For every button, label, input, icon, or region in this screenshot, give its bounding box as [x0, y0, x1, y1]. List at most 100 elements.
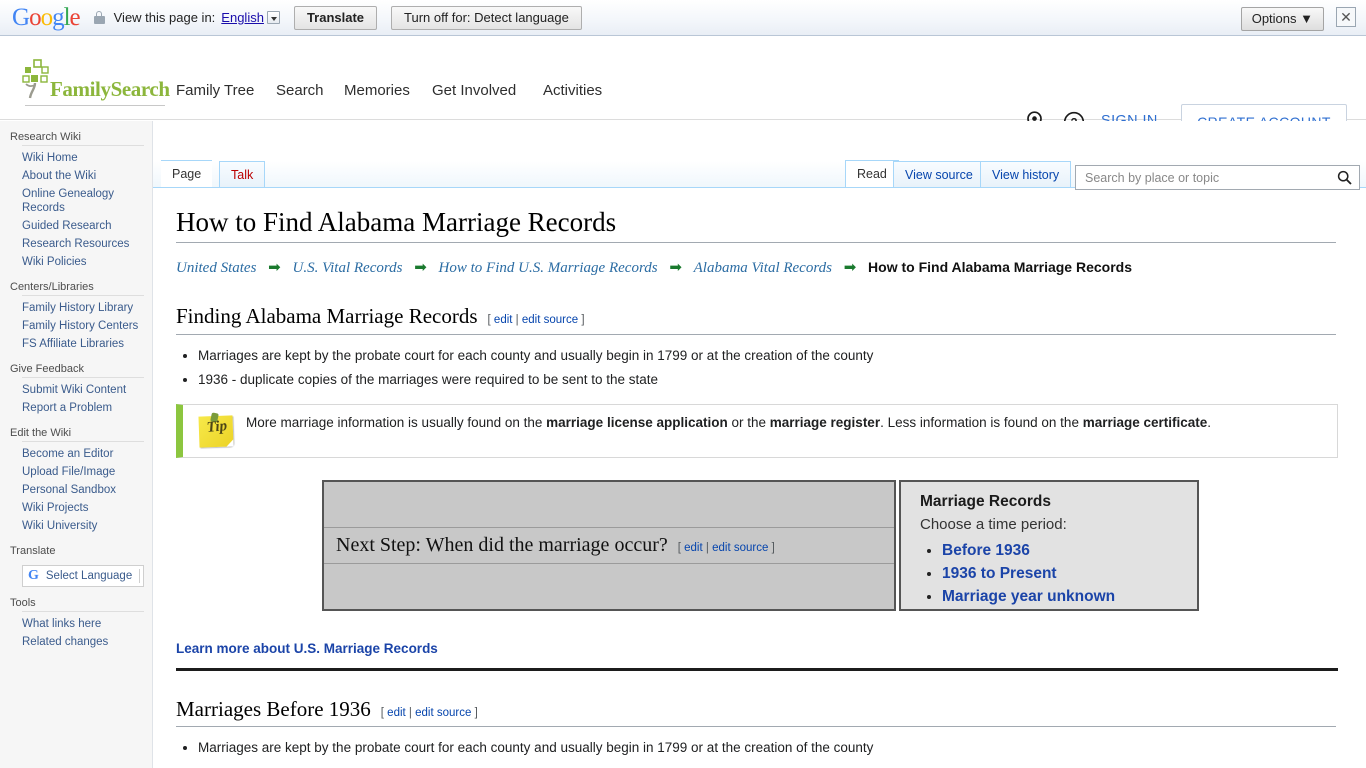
sidebar-item-become-an-editor[interactable]: Become an Editor — [22, 445, 144, 463]
sidebar-item-fs-affiliate-libraries[interactable]: FS Affiliate Libraries — [22, 335, 144, 353]
tip-bold-marriage-certificate: marriage certificate — [1082, 414, 1208, 430]
list-item: Marriage year unknown — [942, 585, 1197, 608]
breadcrumb-item-us-vital-records[interactable]: U.S. Vital Records — [292, 260, 402, 276]
edit-link[interactable]: edit — [684, 542, 703, 554]
sidebar: Research Wiki Wiki Home About the Wiki O… — [0, 121, 152, 768]
sidebar-item-submit-wiki-content[interactable]: Submit Wiki Content — [22, 381, 144, 399]
sidebar-item-related-changes[interactable]: Related changes — [22, 633, 144, 651]
edit-source-link[interactable]: edit source — [415, 707, 471, 719]
tab-view-history[interactable]: View history — [980, 161, 1072, 187]
learn-more-link[interactable]: Learn more about U.S. Marriage Records — [176, 641, 438, 656]
sidebar-item-guided-research[interactable]: Guided Research — [22, 217, 144, 235]
section1-bullet-list: Marriages are kept by the probate court … — [176, 345, 1336, 390]
link-marriage-year-unknown[interactable]: Marriage year unknown — [942, 588, 1115, 605]
sidebar-item-wiki-university[interactable]: Wiki University — [22, 517, 144, 535]
breadcrumb: United States ➡ U.S. Vital Records ➡ How… — [176, 257, 1336, 278]
nav-family-tree[interactable]: Family Tree — [176, 82, 254, 99]
breadcrumb-item-alabama-vital-records[interactable]: Alabama Vital Records — [694, 260, 832, 276]
select-language-widget[interactable]: G Select Language — [22, 565, 144, 587]
breadcrumb-arrow-icon: ➡ — [669, 260, 682, 277]
select-language-label: Select Language — [45, 570, 133, 582]
nav-get-involved[interactable]: Get Involved — [432, 82, 516, 99]
sidebar-item-report-a-problem[interactable]: Report a Problem — [22, 399, 144, 417]
sidebar-item-research-resources[interactable]: Research Resources — [22, 235, 144, 253]
sidebar-item-family-history-library[interactable]: Family History Library — [22, 299, 144, 317]
next-step-edit-links: [ edit | edit source ] — [678, 542, 775, 554]
familysearch-logo[interactable]: FamilySearch — [22, 59, 170, 107]
sidebar-item-personal-sandbox[interactable]: Personal Sandbox — [22, 481, 144, 499]
google-g-icon: G — [28, 568, 39, 583]
sidebar-heading: Give Feedback — [10, 363, 84, 375]
google-logo-letter: e — [69, 4, 81, 31]
tip-text-part3: . Less information is found on the — [880, 414, 1083, 430]
marriage-records-panel: Marriage Records Choose a time period: B… — [899, 479, 1199, 611]
options-button[interactable]: Options ▼ — [1240, 7, 1324, 31]
link-1936-to-present[interactable]: 1936 to Present — [942, 565, 1057, 582]
search-icon[interactable] — [1337, 170, 1352, 185]
tab-page[interactable]: Page — [161, 160, 213, 187]
section-heading-text: Marriages Before 1936 — [176, 696, 371, 721]
content-area: Page Talk Read View source View history … — [153, 121, 1366, 768]
edit-source-link[interactable]: edit source — [712, 542, 768, 554]
sidebar-item-family-history-centers[interactable]: Family History Centers — [22, 317, 144, 335]
sidebar-item-wiki-home[interactable]: Wiki Home — [22, 149, 144, 167]
tip-bold-marriage-license-application: marriage license application — [546, 414, 728, 430]
lock-icon — [93, 11, 105, 24]
sidebar-item-wiki-policies[interactable]: Wiki Policies — [22, 253, 144, 271]
link-before-1936[interactable]: Before 1936 — [942, 542, 1030, 559]
sidebar-heading: Tools — [10, 597, 36, 609]
close-icon[interactable]: ✕ — [1336, 7, 1356, 27]
marriage-records-link-list: Before 1936 1936 to Present Marriage yea… — [920, 539, 1197, 608]
sidebar-item-upload-file-image[interactable]: Upload File/Image — [22, 463, 144, 481]
sidebar-item-what-links-here[interactable]: What links here — [22, 615, 144, 633]
nav-memories[interactable]: Memories — [344, 82, 410, 99]
section-edit-links: [ edit | edit source ] — [488, 314, 585, 326]
language-selector-value[interactable]: English — [221, 10, 264, 25]
marriage-records-heading: Marriage Records — [920, 492, 1051, 510]
tab-view-source[interactable]: View source — [893, 161, 985, 187]
google-logo: Google — [12, 4, 81, 31]
breadcrumb-item-how-to-find-us-marriage-records[interactable]: How to Find U.S. Marriage Records — [439, 260, 658, 276]
google-logo-letter: g — [52, 4, 64, 31]
tip-text: More marriage information is usually fou… — [246, 412, 1227, 433]
nav-activities[interactable]: Activities — [543, 82, 602, 99]
bracket-close: ] — [771, 541, 775, 554]
logo-underline — [25, 105, 165, 106]
list-item: Before 1936 — [942, 539, 1197, 562]
tip-sticky-note-icon: Tip — [197, 412, 235, 449]
section-heading-text: Finding Alabama Marriage Records — [176, 304, 478, 329]
sidebar-section-give-feedback: Give Feedback Submit Wiki Content Report… — [0, 363, 152, 417]
view-page-in-label: View this page in: — [113, 10, 216, 25]
translate-button[interactable]: Translate — [293, 5, 378, 30]
language-selector[interactable]: English — [221, 10, 280, 25]
edit-link[interactable]: edit — [494, 314, 513, 326]
breadcrumb-arrow-icon: ➡ — [414, 260, 427, 277]
tab-talk[interactable]: Talk — [219, 161, 266, 187]
tip-text-part2: or the — [727, 414, 770, 430]
search-box[interactable] — [1075, 165, 1360, 190]
breadcrumb-arrow-icon: ➡ — [268, 260, 281, 277]
sidebar-item-wiki-projects[interactable]: Wiki Projects — [22, 499, 144, 517]
search-input[interactable] — [1083, 169, 1337, 186]
nav-search[interactable]: Search — [276, 82, 324, 99]
breadcrumb-arrow-icon: ➡ — [843, 260, 857, 277]
tip-callout-box: Tip More marriage information is usually… — [176, 403, 1338, 458]
google-logo-letter: G — [12, 4, 30, 31]
turn-off-translation-button[interactable]: Turn off for: Detect language — [391, 5, 582, 30]
bracket-bar: | — [515, 314, 519, 327]
edit-source-link[interactable]: edit source — [522, 314, 578, 326]
sidebar-heading: Translate — [10, 545, 56, 557]
sidebar-section-edit-the-wiki: Edit the Wiki Become an Editor Upload Fi… — [0, 427, 152, 535]
section-heading-finding-alabama-marriage-records: Finding Alabama Marriage Records [ edit |… — [176, 303, 1336, 335]
sidebar-item-online-genealogy-records[interactable]: Online Genealogy Records — [22, 185, 144, 217]
sidebar-heading: Edit the Wiki — [10, 427, 72, 439]
tab-read[interactable]: Read — [845, 160, 899, 187]
sidebar-item-about-the-wiki[interactable]: About the Wiki — [22, 167, 144, 185]
list-item: 1936 to Present — [942, 562, 1197, 585]
article-body: How to Find Alabama Marriage Records Uni… — [153, 188, 1366, 768]
edit-link[interactable]: edit — [387, 707, 406, 719]
site-header: FamilySearch Family Tree Search Memories… — [0, 37, 1366, 140]
bracket-open: [ — [487, 314, 491, 327]
chevron-down-icon[interactable] — [266, 11, 280, 24]
breadcrumb-item-united-states[interactable]: United States — [176, 260, 256, 276]
